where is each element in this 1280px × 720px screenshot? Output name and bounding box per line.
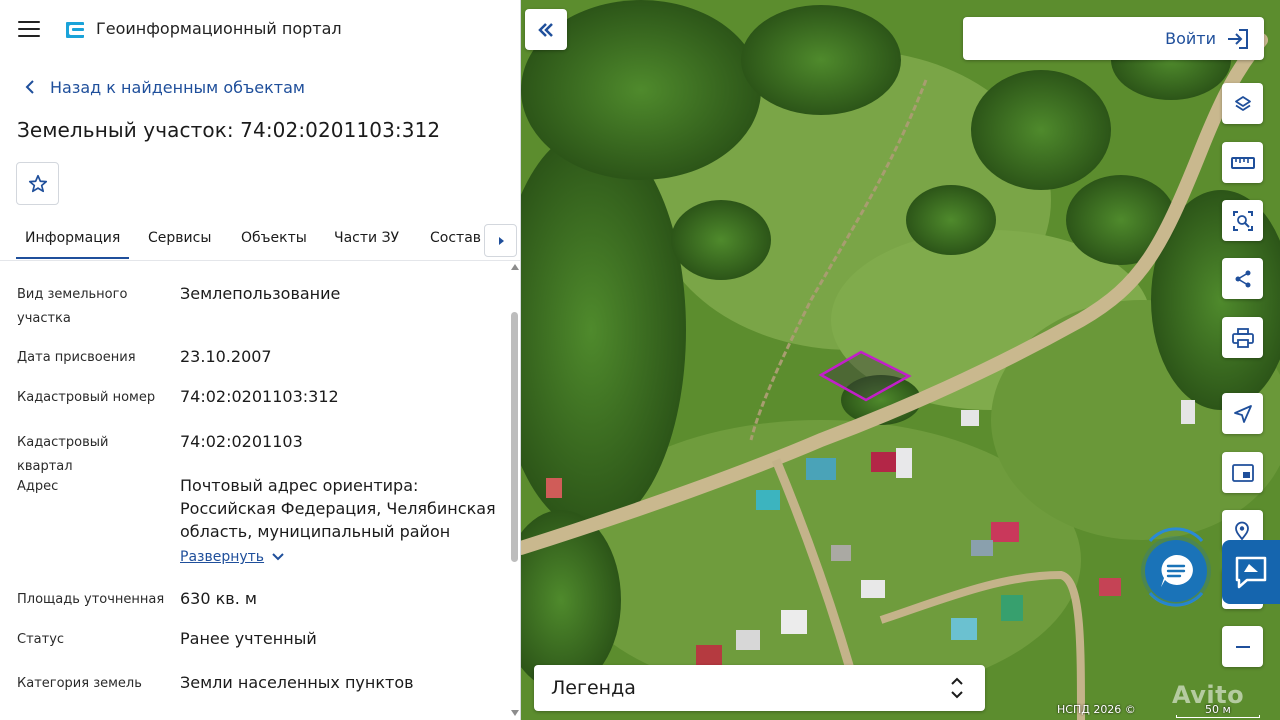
- app-title: Геоинформационный портал: [96, 19, 342, 38]
- row-label-area: Площадь уточненная: [17, 592, 165, 607]
- row-label-status: Статус: [17, 632, 65, 647]
- row-label-cadastral-quarter: Кадастровый квартал: [17, 435, 109, 474]
- scroll-thumb[interactable]: [511, 312, 518, 562]
- favorite-button[interactable]: [16, 162, 59, 205]
- ruler-button[interactable]: [1222, 142, 1263, 183]
- row-value-land-category: Земли населенных пунктов: [180, 673, 414, 692]
- row-label-cadastral-number: Кадастровый номер: [17, 390, 156, 405]
- page-title: Земельный участок: 74:02:0201103:312: [17, 118, 441, 142]
- geo-search-icon: [1234, 521, 1249, 540]
- row-value-land-type: Землепользование: [180, 284, 341, 303]
- ruler-icon: [1230, 156, 1255, 169]
- expand-label: Развернуть: [180, 549, 265, 565]
- tab-bar: Информация Сервисы Объекты Части ЗУ Сост…: [0, 218, 520, 261]
- satellite-imagery: [521, 0, 1280, 720]
- caret-right-icon: [498, 236, 504, 245]
- row-label-assign-date: Дата присвоения: [17, 350, 136, 365]
- info-scrollbar[interactable]: [509, 262, 520, 720]
- tab-objects[interactable]: Объекты: [241, 230, 307, 246]
- layers-button[interactable]: [1222, 83, 1263, 124]
- row-value-cadastral-quarter: 74:02:0201103: [180, 432, 303, 451]
- minimap-icon: [1231, 463, 1254, 482]
- expand-address-link[interactable]: Развернуть: [180, 549, 284, 565]
- row-value-status: Ранее учтенный: [180, 629, 317, 648]
- top-bar: Геоинформационный портал: [0, 0, 520, 60]
- chat-bubble-icon: [1161, 554, 1193, 587]
- chevron-down-icon: [272, 553, 284, 561]
- scroll-down-arrow-icon[interactable]: [511, 710, 519, 716]
- chevron-left-icon: [25, 80, 34, 94]
- tab-services[interactable]: Сервисы: [148, 230, 211, 246]
- locate-button[interactable]: [1222, 393, 1263, 434]
- row-value-assign-date: 23.10.2007: [180, 347, 272, 366]
- area-select-button[interactable]: [1222, 200, 1263, 241]
- map-view[interactable]: [521, 0, 1280, 720]
- scroll-up-arrow-icon[interactable]: [511, 264, 519, 270]
- minimap-button[interactable]: [1222, 452, 1263, 493]
- back-to-results-link[interactable]: Назад к найденным объектам: [20, 77, 305, 97]
- info-list: Вид земельного участка Землепользование …: [0, 262, 508, 720]
- row-label-land-type: Вид земельного участка: [17, 287, 128, 326]
- tab-parts[interactable]: Части ЗУ: [334, 230, 399, 246]
- back-link-label: Назад к найденным объектам: [50, 77, 305, 97]
- tabs-scroll-right-button[interactable]: [484, 224, 517, 257]
- double-chevron-left-icon: [538, 22, 553, 37]
- legend-panel[interactable]: Легенда: [534, 665, 985, 711]
- portal-logo-icon: [66, 22, 84, 38]
- map-attribution: НСПД 2026 ©: [1057, 703, 1136, 716]
- tab-information[interactable]: Информация: [15, 230, 130, 259]
- scale-bar: [1176, 715, 1260, 718]
- row-value-cadastral-number: 74:02:0201103:312: [180, 387, 339, 406]
- row-value-address: Почтовый адрес ориентира: Российская Фед…: [180, 476, 496, 541]
- print-icon: [1231, 327, 1254, 348]
- login-icon: [1228, 28, 1248, 49]
- login-button[interactable]: Войти: [963, 17, 1264, 60]
- print-button[interactable]: [1222, 317, 1263, 358]
- menu-icon[interactable]: [18, 20, 40, 38]
- star-icon: [28, 174, 47, 192]
- layers-icon: [1234, 95, 1251, 111]
- assistant-button[interactable]: [1222, 540, 1280, 604]
- expand-collapse-icon: [951, 677, 963, 699]
- zoom-out-button[interactable]: [1222, 626, 1263, 667]
- row-label-land-category: Категория земель: [17, 676, 142, 691]
- collapse-panel-button[interactable]: [525, 9, 567, 50]
- legend-label: Легенда: [551, 677, 636, 699]
- row-label-address: Адрес: [17, 479, 59, 494]
- share-icon: [1235, 270, 1250, 287]
- row-value-area: 630 кв. м: [180, 589, 257, 608]
- share-button[interactable]: [1222, 258, 1263, 299]
- minus-icon: [1235, 645, 1250, 648]
- locate-icon: [1233, 404, 1252, 423]
- assistant-chat-icon: [1235, 556, 1267, 589]
- area-select-icon: [1232, 210, 1253, 231]
- chat-button[interactable]: [1145, 540, 1207, 602]
- tab-composition[interactable]: Состав: [430, 230, 481, 246]
- side-panel: Геоинформационный портал Назад к найденн…: [0, 0, 521, 720]
- login-label: Войти: [1165, 29, 1216, 48]
